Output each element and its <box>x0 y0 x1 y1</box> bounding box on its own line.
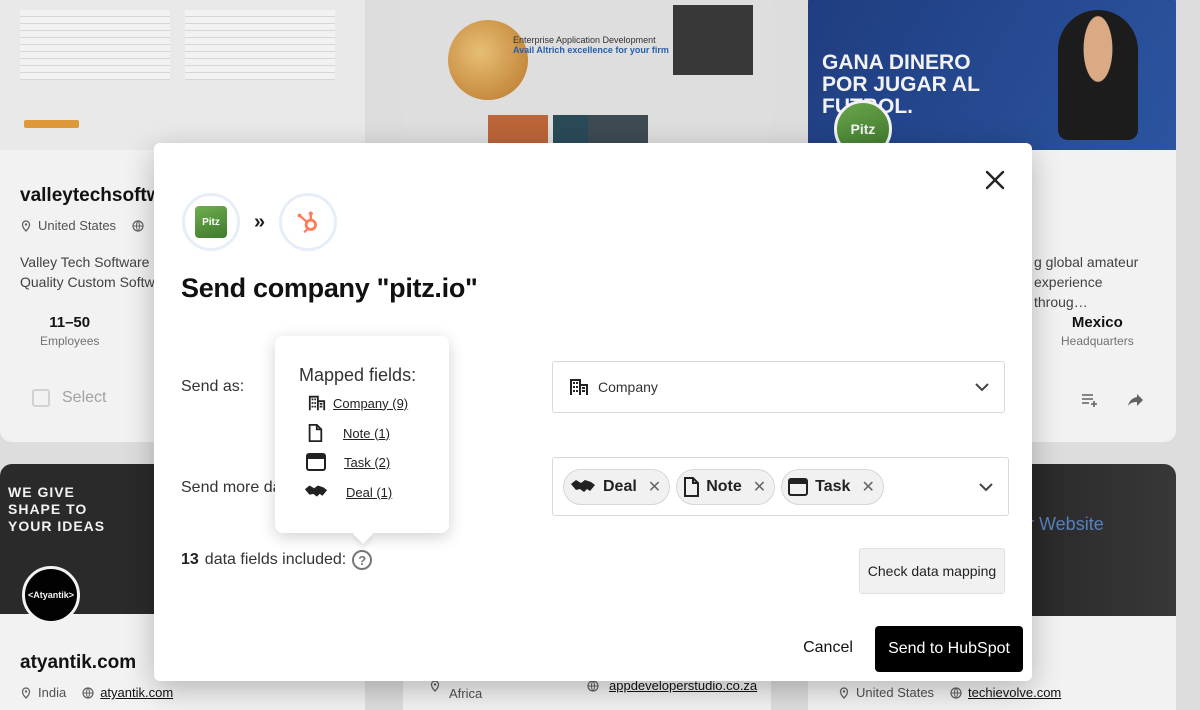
send-to-hubspot-button[interactable]: Send to HubSpot <box>875 626 1023 672</box>
chip-task: Task ✕ <box>781 468 884 505</box>
handshake-icon <box>304 485 328 497</box>
cancel-button[interactable]: Cancel <box>788 627 868 669</box>
tooltip-title: Mapped fields: <box>299 365 417 385</box>
dialog-title: Send company "pitz.io" <box>181 273 478 303</box>
mapped-deal-link[interactable]: Deal (1) <box>304 483 392 501</box>
handshake-icon <box>571 479 595 492</box>
send-more-data-select[interactable]: Deal ✕ Note ✕ Task ✕ <box>552 457 1009 516</box>
remove-chip-icon[interactable]: ✕ <box>753 477 766 497</box>
source-logo: Pitz <box>182 193 240 251</box>
building-icon <box>570 379 588 395</box>
check-data-mapping-button[interactable]: Check data mapping <box>859 548 1005 594</box>
close-icon[interactable] <box>982 167 1008 193</box>
fields-count: 13 <box>181 551 199 568</box>
task-icon <box>306 453 326 471</box>
chevron-down-icon <box>975 383 989 392</box>
remove-chip-icon[interactable]: ✕ <box>648 477 661 497</box>
chip-note: Note ✕ <box>676 468 776 505</box>
mapped-task-link[interactable]: Task (2) <box>306 453 390 471</box>
mapped-item-label: Note (1) <box>343 425 390 441</box>
chevron-down-icon <box>979 482 993 491</box>
note-icon <box>684 476 700 497</box>
send-as-label: Send as: <box>181 378 245 395</box>
building-icon <box>308 395 326 411</box>
mapped-item-label: Company (9) <box>333 395 409 411</box>
mapped-item-label: Deal (1) <box>346 484 393 500</box>
chip-label: Deal <box>603 477 637 495</box>
remove-chip-icon[interactable]: ✕ <box>861 477 874 497</box>
mapped-item-label: Task (2) <box>344 454 391 470</box>
fields-text: data fields included: <box>204 551 347 568</box>
pitz-logo: Pitz <box>195 206 227 238</box>
chip-label: Task <box>815 477 851 495</box>
mapped-fields-tooltip: Mapped fields: Company (9) Note (1) Task… <box>275 336 449 533</box>
integration-logos: Pitz » <box>182 193 338 251</box>
hubspot-logo <box>279 193 338 251</box>
mapped-note-link[interactable]: Note (1) <box>307 424 390 442</box>
chip-deal: Deal ✕ <box>563 468 671 505</box>
data-fields-summary: 13 data fields included: ? <box>181 550 373 570</box>
help-icon[interactable]: ? <box>352 550 373 570</box>
send-as-value: Company <box>598 379 658 395</box>
note-icon <box>308 424 323 442</box>
double-chevron-icon: » <box>254 210 266 233</box>
task-icon <box>788 477 809 496</box>
hubspot-icon <box>297 211 318 234</box>
send-more-label: Send more da <box>181 479 282 496</box>
chip-label: Note <box>706 477 742 495</box>
send-as-select[interactable]: Company <box>552 361 1005 413</box>
mapped-company-link[interactable]: Company (9) <box>307 394 408 412</box>
